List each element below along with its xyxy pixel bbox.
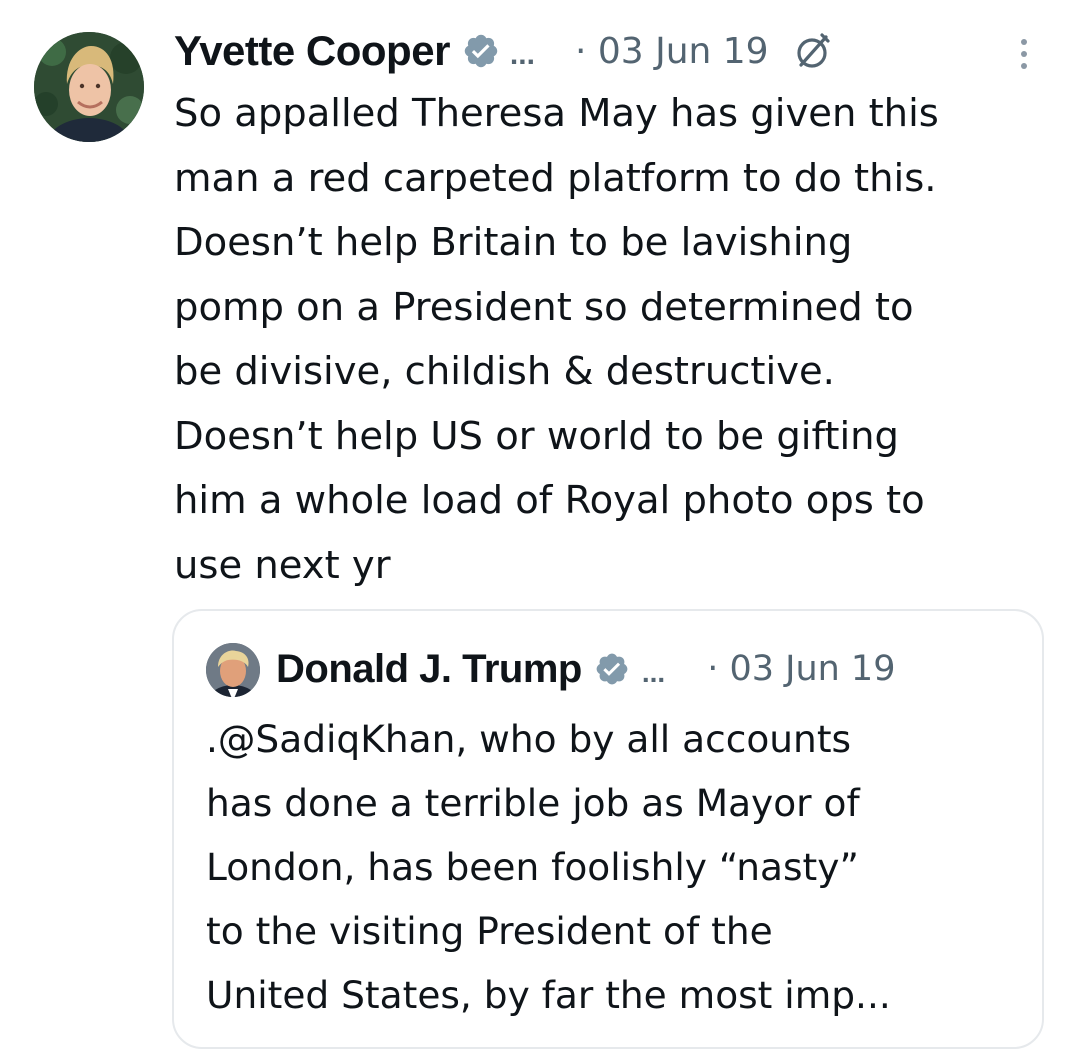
tweet-header: Yvette Cooper ... · 03 Jun 19 bbox=[174, 22, 1054, 80]
author-name[interactable]: Yvette Cooper bbox=[174, 27, 450, 75]
quoted-author-avatar[interactable] bbox=[206, 643, 260, 697]
quoted-author-name[interactable]: Donald J. Trump bbox=[276, 647, 582, 692]
quoted-tweet-header: Donald J. Trump ... · 03 Jun 19 bbox=[276, 639, 895, 699]
name-truncation: ... bbox=[509, 38, 535, 71]
quoted-tweet-text: .@SadiqKhan, who by all accounts has don… bbox=[206, 717, 891, 1017]
tweet[interactable]: Yvette Cooper ... · 03 Jun 19 So appalle… bbox=[0, 0, 1080, 1052]
verified-badge-icon[interactable] bbox=[594, 651, 630, 687]
quoted-tweet[interactable]: Donald J. Trump ... · 03 Jun 19 .@SadiqK… bbox=[172, 609, 1044, 1049]
tweet-text: So appalled Theresa May has given this m… bbox=[174, 91, 939, 588]
tweet-date[interactable]: · 03 Jun 19 bbox=[575, 31, 769, 72]
verified-badge-icon[interactable] bbox=[462, 32, 500, 70]
author-avatar[interactable] bbox=[34, 32, 144, 142]
quoted-name-truncation: ... bbox=[641, 657, 666, 688]
edited-pencil-icon[interactable] bbox=[791, 30, 833, 72]
more-options-icon[interactable] bbox=[1012, 36, 1036, 72]
quoted-tweet-date[interactable]: · 03 Jun 19 bbox=[707, 649, 895, 689]
